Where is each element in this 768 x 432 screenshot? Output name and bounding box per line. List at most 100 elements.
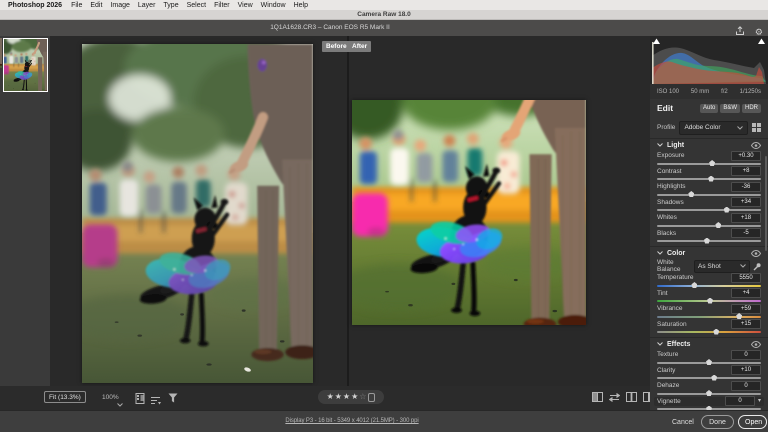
histogram[interactable] <box>650 36 768 84</box>
slider-thumb[interactable] <box>736 313 742 319</box>
slider-value[interactable]: +15 <box>731 319 761 329</box>
filmstrip-prev-thumb[interactable] <box>0 38 2 68</box>
menu-filter[interactable]: Filter <box>214 2 230 9</box>
compare-view-controls <box>592 392 655 402</box>
star-2[interactable]: ★ <box>335 393 342 401</box>
slider-value[interactable]: +59 <box>731 304 761 314</box>
mode-button-hdr[interactable]: HDR <box>742 104 761 113</box>
slider-track[interactable] <box>657 316 761 318</box>
slider-thumb[interactable] <box>706 359 712 365</box>
slider-track[interactable] <box>657 194 761 196</box>
slider-track[interactable] <box>657 285 761 287</box>
slider-value[interactable]: +34 <box>731 197 761 207</box>
slider-value[interactable]: +8 <box>731 166 761 176</box>
section-header[interactable]: Effects <box>657 338 761 350</box>
slider-value[interactable]: +10 <box>731 365 761 375</box>
toggle-filmstrip-button[interactable] <box>135 392 145 407</box>
slider-track[interactable] <box>657 300 761 302</box>
slider-value[interactable]: +4 <box>731 288 761 298</box>
slider-label: Blacks <box>657 230 728 237</box>
slider-track[interactable] <box>657 331 761 333</box>
slider-track[interactable] <box>657 178 761 180</box>
slider-value[interactable]: 5550 <box>731 273 761 283</box>
zoom-fit-button[interactable]: Fit (13.3%) <box>44 391 86 403</box>
slider-thumb[interactable] <box>715 222 721 228</box>
settings-button[interactable]: ⚙ <box>755 23 763 38</box>
menu-edit[interactable]: Edit <box>90 2 102 9</box>
slider-value[interactable]: -36 <box>731 182 761 192</box>
after-view-button[interactable]: After <box>348 41 371 52</box>
menu-type[interactable]: Type <box>163 2 178 9</box>
filter-funnel-icon <box>168 393 178 404</box>
menu-layer[interactable]: Layer <box>138 2 156 9</box>
menu-image[interactable]: Image <box>110 2 129 9</box>
eye-icon[interactable] <box>751 341 761 348</box>
slider-thumb[interactable] <box>707 298 713 304</box>
star-5[interactable]: ☆ <box>359 393 366 401</box>
slider-value[interactable]: +0.30 <box>731 151 761 161</box>
filter-button[interactable] <box>168 392 178 407</box>
star-3[interactable]: ★ <box>343 393 350 401</box>
split-view-button[interactable] <box>592 392 603 402</box>
before-image[interactable] <box>82 44 313 383</box>
menu-view[interactable]: View <box>238 2 253 9</box>
slider-track[interactable] <box>657 209 761 211</box>
profile-select[interactable]: Adobe Color <box>679 121 748 135</box>
after-image[interactable] <box>352 100 586 325</box>
slider-thumb[interactable] <box>724 207 730 213</box>
slider-track[interactable] <box>657 240 761 242</box>
slider-track[interactable] <box>657 225 761 227</box>
cancel-button[interactable]: Cancel <box>666 416 700 429</box>
slider-track[interactable] <box>657 393 761 395</box>
eye-icon[interactable] <box>751 250 761 257</box>
slider-thumb[interactable] <box>711 375 717 381</box>
filmstrip-selected-thumbnail[interactable] <box>3 38 48 92</box>
mode-button-auto[interactable]: Auto <box>700 104 718 113</box>
slider-thumb[interactable] <box>709 160 715 166</box>
menu-window[interactable]: Window <box>261 2 286 9</box>
eye-icon[interactable] <box>751 142 761 149</box>
white-balance-select[interactable]: As Shot <box>694 260 750 273</box>
output-settings-link[interactable]: Display P3 - 16 bit - 5349 x 4012 (21.5M… <box>285 418 418 424</box>
slider-value[interactable]: -5 <box>731 228 761 238</box>
swap-before-after-button[interactable] <box>609 393 620 402</box>
slider-label: Texture <box>657 351 728 358</box>
vignette-expand-icon[interactable]: ▾ <box>758 397 761 405</box>
slider-value[interactable]: 0 <box>731 381 761 391</box>
panel-scrollbar[interactable] <box>765 156 767 251</box>
export-icon <box>735 26 745 36</box>
slider-value[interactable]: 0 <box>725 396 755 406</box>
done-button[interactable]: Done <box>701 415 734 429</box>
export-button[interactable] <box>735 26 745 36</box>
slider-thumb[interactable] <box>691 282 697 288</box>
slider-value[interactable]: 0 <box>731 350 761 360</box>
slider-thumb[interactable] <box>706 390 712 396</box>
star-4[interactable]: ★ <box>351 393 358 401</box>
sort-button[interactable] <box>151 393 162 408</box>
profile-browser-icon[interactable] <box>752 123 761 132</box>
menu-help[interactable]: Help <box>294 2 308 9</box>
slider-thumb[interactable] <box>688 191 694 197</box>
profile-row: Profile Adobe Color <box>650 117 768 138</box>
app-name[interactable]: Photoshop 2026 <box>8 2 62 9</box>
before-view-button[interactable]: Before <box>322 41 351 52</box>
section-header[interactable]: Light <box>657 139 761 151</box>
split-handle-button[interactable] <box>626 392 637 402</box>
swap-arrows-icon <box>609 393 620 402</box>
menu-file[interactable]: File <box>71 2 82 9</box>
flag-icon[interactable] <box>368 393 375 402</box>
menu-select[interactable]: Select <box>187 2 206 9</box>
slider-thumb[interactable] <box>713 329 719 335</box>
section-header[interactable]: Color <box>657 247 761 259</box>
star-1[interactable]: ★ <box>327 393 334 401</box>
open-button[interactable]: Open <box>738 415 767 429</box>
slider-thumb[interactable] <box>704 238 710 244</box>
slider-thumb[interactable] <box>708 176 714 182</box>
zoom-dropdown-button[interactable] <box>117 395 123 410</box>
slider-track[interactable] <box>657 163 761 165</box>
mode-button-bw[interactable]: B&W <box>720 104 740 113</box>
slider-track[interactable] <box>657 377 761 379</box>
slider-track[interactable] <box>657 362 761 364</box>
slider-value[interactable]: +18 <box>731 213 761 223</box>
eyedropper-icon[interactable] <box>753 262 761 271</box>
